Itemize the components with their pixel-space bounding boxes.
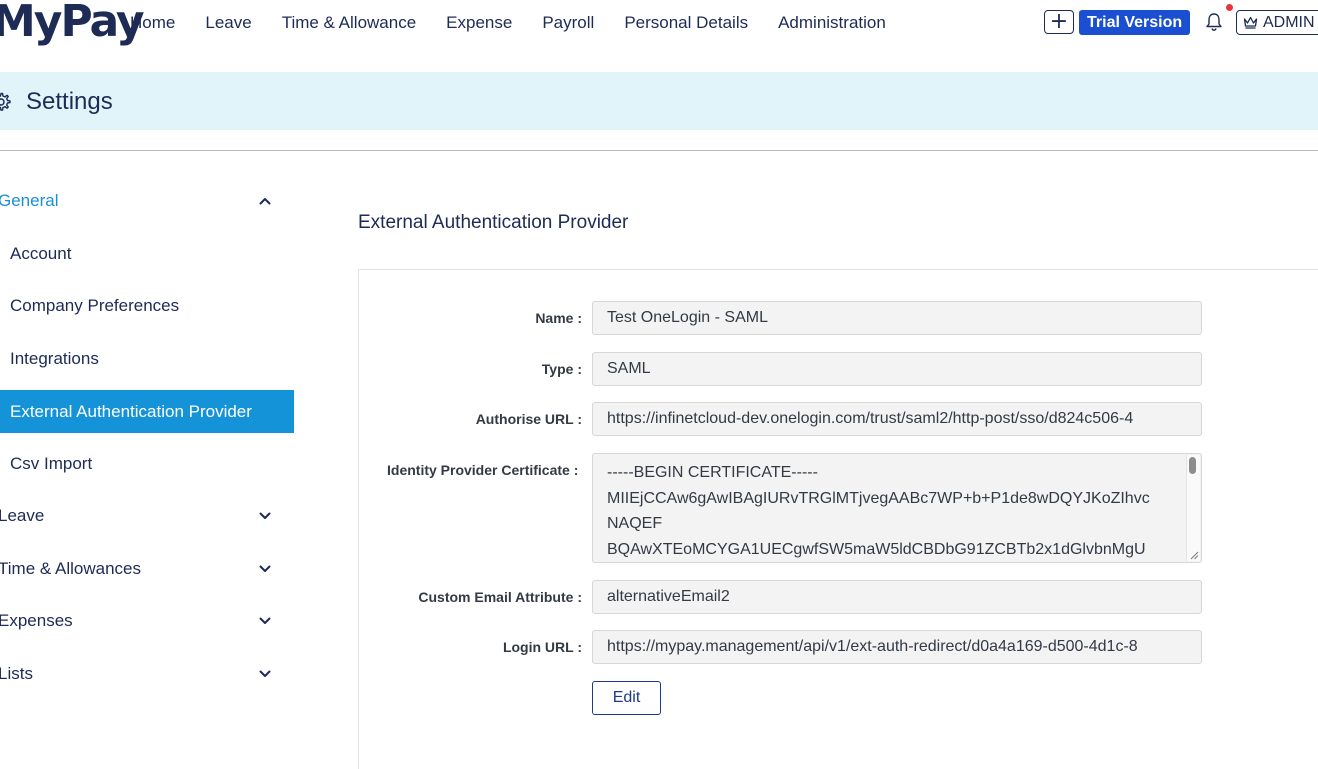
certificate-line: BQAwXTEoMCYGA1UECgwfSW5maW5ldCBDbG91ZCBT… — [607, 540, 1146, 558]
auth-provider-card: Name : Test OneLogin - SAML Type : SAML … — [358, 269, 1318, 769]
edit-button[interactable]: Edit — [592, 681, 661, 715]
login-url-field[interactable]: https://mypay.management/api/v1/ext-auth… — [592, 630, 1202, 664]
sidebar-group-general[interactable]: General — [0, 175, 294, 228]
login-url-label: Login URL : — [502, 639, 582, 655]
textarea-scrollbar-thumb[interactable] — [1189, 457, 1196, 474]
add-button[interactable]: + — [1044, 10, 1074, 34]
authorise-url-label: Authorise URL : — [475, 411, 582, 427]
nav-item-time-allowance[interactable]: Time & Allowance — [282, 11, 416, 35]
chevron-down-icon — [259, 617, 271, 625]
custom-email-label: Custom Email Attribute : — [418, 589, 582, 605]
chevron-down-icon — [259, 565, 271, 572]
certificate-line: MIIEjCCAw6gAwIBAgIURvTRGlMTjvegAABc7WP+b… — [607, 489, 1150, 507]
sidebar-item-account[interactable]: Account — [0, 228, 294, 281]
nav-item-leave[interactable]: Leave — [205, 11, 251, 35]
sidebar-group-label: Expenses — [0, 611, 73, 631]
name-field[interactable]: Test OneLogin - SAML — [592, 301, 1202, 335]
nav-item-personal-details[interactable]: Personal Details — [624, 11, 748, 35]
resize-handle-icon[interactable] — [1190, 551, 1199, 560]
section-title: External Authentication Provider — [358, 212, 629, 233]
settings-sidebar: General Account Company Preferences Inte… — [0, 175, 294, 700]
nav-item-administration[interactable]: Administration — [778, 11, 886, 35]
sidebar-group-label: Lists — [0, 663, 33, 683]
app-logo[interactable]: MyPay — [0, 0, 145, 48]
chevron-down-icon — [259, 670, 271, 677]
sidebar-group-lists[interactable]: Lists — [0, 648, 294, 701]
nav-item-home[interactable]: Home — [130, 11, 175, 35]
certificate-textarea[interactable]: -----BEGIN CERTIFICATE----- MIIEjCCAw6gA… — [592, 453, 1202, 563]
sidebar-item-external-authentication-provider[interactable]: External Authentication Provider — [0, 390, 294, 433]
gear-icon — [0, 92, 11, 111]
bell-icon[interactable] — [1205, 12, 1223, 32]
plus-icon: + — [1049, 9, 1069, 34]
sidebar-group-label: Time & Allowances — [0, 558, 141, 578]
header-divider — [0, 150, 1318, 151]
sidebar-group-label: General — [0, 191, 59, 211]
authorise-url-field[interactable]: https://infinetcloud-dev.onelogin.com/tr… — [592, 402, 1202, 436]
sidebar-group-leave[interactable]: Leave — [0, 490, 294, 543]
sidebar-item-integrations[interactable]: Integrations — [0, 333, 294, 386]
certificate-line: NAQEF — [607, 515, 663, 532]
custom-email-field[interactable]: alternativeEmail2 — [592, 580, 1202, 614]
page-title: Settings — [26, 88, 113, 115]
name-label: Name : — [535, 310, 582, 326]
sidebar-group-time-allowances[interactable]: Time & Allowances — [0, 543, 294, 596]
certificate-label: Identity Provider Certificate : — [387, 462, 579, 478]
sidebar-item-company-preferences[interactable]: Company Preferences — [0, 280, 294, 333]
nav-item-expense[interactable]: Expense — [446, 11, 512, 35]
chevron-down-icon — [259, 512, 271, 520]
crown-icon — [1243, 16, 1258, 29]
type-field[interactable]: SAML — [592, 352, 1202, 386]
admin-label: ADMIN — [1263, 13, 1315, 31]
nav-item-payroll[interactable]: Payroll — [542, 11, 594, 35]
sidebar-group-expenses[interactable]: Expenses — [0, 595, 294, 648]
settings-header: Settings — [0, 72, 1318, 130]
sidebar-item-csv-import[interactable]: Csv Import — [0, 438, 294, 491]
trial-version-badge[interactable]: Trial Version — [1079, 10, 1191, 35]
type-label: Type : — [541, 361, 582, 377]
admin-menu-button[interactable]: ADMIN — [1236, 10, 1318, 35]
sidebar-group-label: Leave — [0, 506, 45, 526]
certificate-line: -----BEGIN CERTIFICATE----- — [607, 464, 818, 481]
notification-dot — [1226, 4, 1233, 11]
chevron-up-icon — [259, 198, 271, 205]
top-navbar: MyPay Home Leave Time & Allowance Expens… — [0, 0, 1318, 72]
main-nav: Home Leave Time & Allowance Expense Payr… — [130, 11, 886, 35]
